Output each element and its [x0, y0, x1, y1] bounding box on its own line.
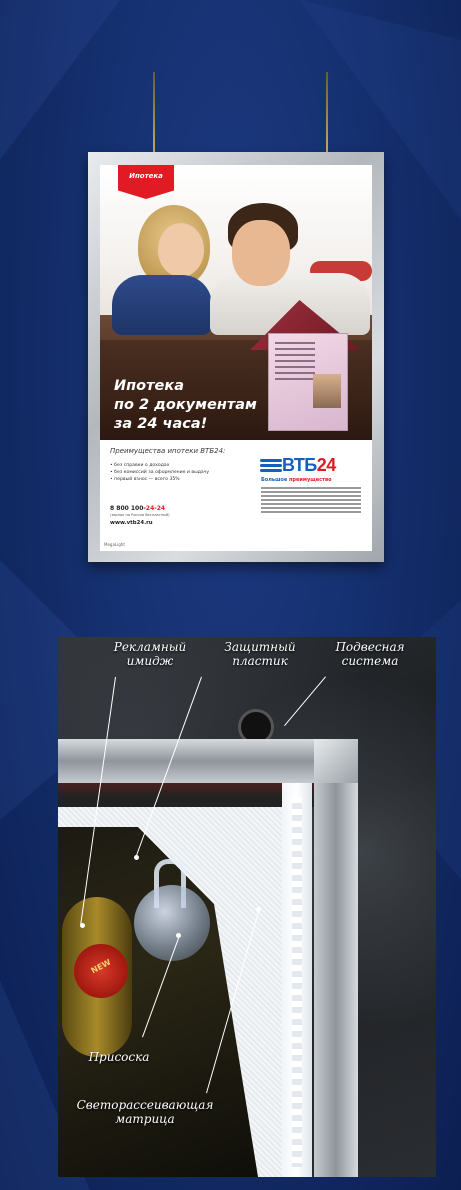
fine-print: [261, 487, 361, 515]
slogan: Большое преимущество: [261, 477, 332, 483]
pointer-dot-matrix: [256, 907, 261, 912]
website: www.vtb24.ru: [110, 520, 153, 526]
pointer-dot-image: [80, 923, 85, 928]
license-photo: [313, 374, 341, 408]
hanging-wire-left: [153, 72, 155, 154]
poster-headline: Ипотека по 2 документам за 24 часа!: [114, 378, 257, 432]
callout-advertising-image: Рекламный имидж: [113, 640, 187, 668]
aluminium-profile-right: [314, 739, 358, 1177]
callout-hanging-system: Подвесная система: [335, 640, 405, 668]
advantage-item: • первый взнос — всего 35%: [110, 477, 180, 482]
advantage-item: • без комиссий за оформление и выдачу: [110, 470, 210, 475]
frame-corner: [314, 739, 358, 783]
frame-brand: MegaLight: [104, 542, 125, 547]
advertising-poster: Ипотека Ипотека по 2 документам за 24 ча…: [100, 165, 372, 551]
woman-face: [158, 223, 204, 277]
phone-number: 8 800 100-24-24: [110, 505, 166, 512]
advantages-list: • без справки о доходах • без комиссий з…: [110, 462, 209, 483]
product-showcase: Ипотека Ипотека по 2 документам за 24 ча…: [0, 0, 461, 1190]
man-face: [232, 220, 290, 286]
vtb-logo-icon: [260, 458, 282, 473]
lightbox-frame: Ипотека Ипотека по 2 документам за 24 ча…: [88, 152, 384, 562]
woman-sweater: [112, 275, 212, 335]
suction-cup: [134, 885, 210, 961]
pointer-dot-sucker: [176, 933, 181, 938]
callout-suction-cup: Присоска: [88, 1050, 150, 1064]
phone-note: (звонок по России бесплатный): [110, 513, 170, 517]
advantage-item: • без справки о доходах: [110, 463, 170, 468]
driver-license: [268, 333, 348, 431]
pointer-dot-plastic: [134, 855, 139, 860]
vtb24-logo: ВТБ24: [260, 455, 336, 476]
advantages-title: Преимущества ипотеки ВТБ24:: [110, 447, 226, 455]
hanging-wire-right: [326, 72, 328, 154]
construction-detail: NEW: [58, 637, 436, 1177]
led-diodes: [292, 797, 302, 1167]
callout-protective-plastic: Защитный пластик: [224, 640, 296, 668]
callout-diffuser-matrix: Светорассеивающая матрица: [76, 1098, 214, 1126]
